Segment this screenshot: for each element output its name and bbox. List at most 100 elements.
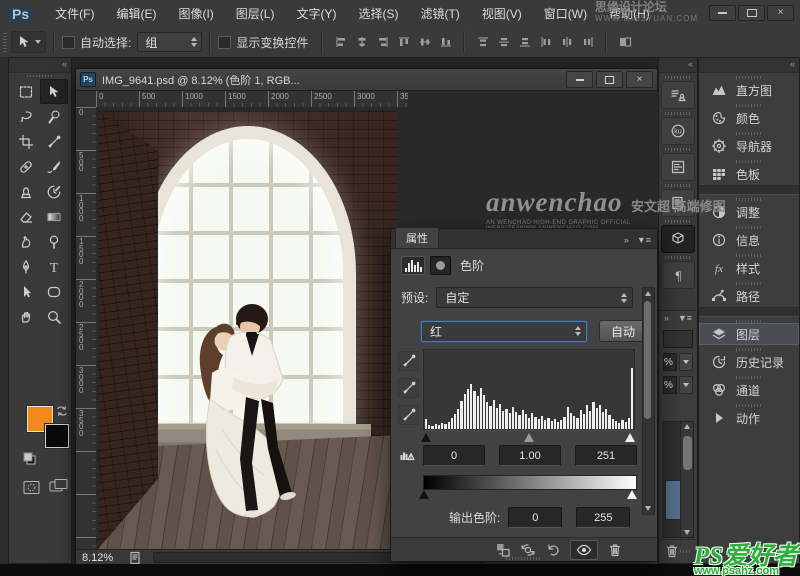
white-point-eyedropper[interactable] [398,405,419,425]
align-bottom-icon[interactable] [435,32,456,52]
gray-point-eyedropper[interactable] [398,378,419,398]
distribute-center-icon[interactable] [556,32,577,52]
menu-item-3[interactable]: 图层(L) [225,1,286,27]
output-white-slider[interactable] [627,490,637,499]
doc-minimize-button[interactable] [566,71,593,88]
channel-dropdown[interactable]: 红 [421,320,587,342]
panel-menu-icon[interactable]: ▼≡ [678,313,692,323]
gradient-tool[interactable] [40,204,68,229]
delete-layer-icon[interactable] [664,543,680,559]
input-white-field[interactable]: 251 [575,445,637,466]
clone-stamp-tool[interactable] [12,179,40,204]
output-white-field[interactable]: 255 [576,507,631,528]
zoom-level[interactable]: 8.12% [82,552,113,564]
blend-mode-stub[interactable] [663,330,693,348]
panel-tab-histogram[interactable]: 直方图 [699,79,799,101]
distribute-middle-icon[interactable] [493,32,514,52]
panel-tab-styles[interactable]: fx 样式 [699,257,799,279]
scrollbar-thumb[interactable] [644,301,651,419]
toggle-visibility-button[interactable] [570,539,598,560]
fill-field[interactable]: % [663,376,677,394]
type-tool[interactable]: T [40,254,68,279]
tools-collapse-button[interactable]: « [9,58,71,73]
view-previous-state-icon[interactable] [520,542,536,558]
delete-adjustment-icon[interactable] [607,542,623,558]
dock-collapse-button[interactable]: « [699,58,799,73]
smudge-tool[interactable] [12,229,40,254]
shape-tool[interactable] [40,279,68,304]
fill-dropdown[interactable] [678,376,693,394]
opacity-dropdown[interactable] [678,353,693,371]
panel-button-character[interactable] [661,153,695,181]
output-black-field[interactable]: 0 [508,507,563,528]
gamma-input-slider[interactable] [524,433,534,442]
collapse-panel-icon[interactable]: » [624,235,629,245]
resize-grip[interactable] [680,549,692,553]
white-input-slider[interactable] [625,433,635,442]
options-grip[interactable] [3,32,7,52]
black-input-slider[interactable] [421,433,431,442]
expand-icon[interactable]: » [664,313,669,323]
layers-scrollbar[interactable] [680,422,693,537]
pen-tool[interactable] [12,254,40,279]
zoom-tool[interactable] [40,304,68,329]
distribute-right-icon[interactable] [577,32,598,52]
panel-tab-swatches[interactable]: 色板 [699,163,799,185]
panel-tab-paths[interactable]: 路径 [699,285,799,307]
lasso-tool[interactable] [12,104,40,129]
panel-tab-actions[interactable]: 动作 [699,407,799,429]
move-tool[interactable] [40,79,68,104]
menu-item-6[interactable]: 滤镜(T) [409,1,470,27]
menu-item-5[interactable]: 选择(S) [347,1,409,27]
panel-tab-channels[interactable]: 通道 [699,379,799,401]
panel-tab-info[interactable]: 信息 [699,229,799,251]
background-color-swatch[interactable] [44,423,70,449]
healing-brush-tool[interactable] [12,154,40,179]
layers-list[interactable] [662,421,694,538]
panel-tab-history[interactable]: 历史记录 [699,351,799,373]
scroll-up-icon[interactable] [645,291,651,296]
app-minimize-button[interactable] [709,5,736,21]
menu-item-4[interactable]: 文字(Y) [285,1,347,27]
brush-tool[interactable] [40,154,68,179]
black-point-eyedropper[interactable] [398,351,419,371]
reset-icon[interactable] [545,542,561,558]
menu-item-1[interactable]: 编辑(E) [105,1,167,27]
panel-button-kuler[interactable]: ku [661,117,695,145]
hand-tool[interactable] [12,304,40,329]
quick-selection-tool[interactable] [40,104,68,129]
rectangular-marquee-tool[interactable] [12,79,40,104]
doc-maximize-button[interactable] [596,71,623,88]
default-colors-icon[interactable] [23,452,36,465]
scrollbar-thumb[interactable] [683,436,692,470]
panel-button-clone-source[interactable] [661,81,695,109]
input-gamma-field[interactable]: 1.00 [499,445,561,466]
auto-button[interactable]: 自动 [599,320,647,342]
opacity-field[interactable]: % [663,353,677,371]
align-left-icon[interactable] [330,32,351,52]
quick-mask-button[interactable] [23,480,40,495]
panel-tab-navigator[interactable]: 导航器 [699,135,799,157]
app-maximize-button[interactable] [738,5,765,21]
panel-tab-color[interactable]: 颜色 [699,107,799,129]
preset-dropdown[interactable]: 自定 [436,287,633,308]
auto-select-dropdown[interactable]: 组 [137,32,203,52]
input-black-field[interactable]: 0 [423,445,485,466]
menu-item-8[interactable]: 窗口(W) [533,1,598,27]
distribute-left-icon[interactable] [535,32,556,52]
scroll-up-icon[interactable] [684,424,690,429]
menu-item-2[interactable]: 图像(I) [167,1,224,27]
histogram-refresh-icon[interactable] [399,447,415,463]
document-titlebar[interactable]: Ps IMG_9641.psd @ 8.12% (色阶 1, RGB... × [76,69,657,91]
show-transform-checkbox[interactable] [218,35,232,49]
horizontal-ruler[interactable]: 0 500 1000 1500 2000 2500 3000 350 [96,91,413,108]
properties-scrollbar[interactable] [642,287,655,515]
distribute-top-icon[interactable] [472,32,493,52]
auto-select-checkbox[interactable] [62,35,75,49]
align-center-h-icon[interactable] [351,32,372,52]
screen-mode-button[interactable] [49,478,68,494]
clip-to-layer-icon[interactable] [495,542,511,558]
auto-align-icon[interactable] [614,32,635,52]
crop-tool[interactable] [12,129,40,154]
menu-item-0[interactable]: 文件(F) [44,1,105,27]
